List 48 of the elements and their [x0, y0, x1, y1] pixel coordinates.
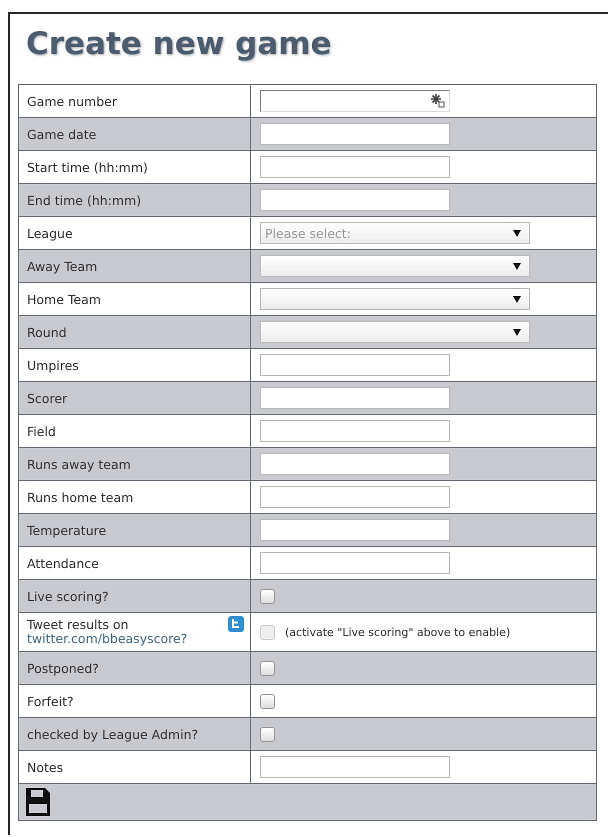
field-label: checked by League Admin? — [27, 726, 198, 742]
field-label: Forfeit? — [27, 694, 74, 708]
input-field[interactable] — [260, 387, 450, 409]
field-label: Runs away team — [27, 456, 131, 472]
field-label: Umpires — [27, 358, 79, 372]
checkbox[interactable] — [260, 588, 275, 604]
input-field[interactable] — [260, 519, 450, 541]
input-field[interactable] — [260, 552, 450, 574]
field-label: Game number — [27, 94, 117, 108]
input-field[interactable] — [260, 123, 450, 145]
field-label: League — [27, 226, 73, 240]
caret-icon — [513, 328, 521, 336]
page-title: Create new game — [26, 26, 332, 62]
checkbox[interactable] — [260, 726, 275, 742]
input-field[interactable] — [260, 420, 450, 442]
field-label: Attendance — [27, 556, 99, 570]
input-field[interactable] — [260, 453, 450, 475]
field-label: Tweet results on — [27, 618, 130, 632]
field-label: Notes — [27, 760, 64, 774]
caret-icon — [513, 296, 521, 302]
input-field[interactable] — [260, 486, 450, 508]
caret-icon — [513, 262, 521, 270]
field-label: Round — [27, 324, 67, 340]
field-label: Postponed? — [27, 660, 99, 676]
dropdown[interactable] — [260, 321, 530, 343]
field-label: Away Team — [27, 258, 98, 274]
checkbox[interactable] — [260, 694, 275, 708]
checkbox[interactable] — [260, 660, 275, 676]
field-label: Scorer — [27, 390, 68, 406]
dropdown[interactable] — [260, 255, 530, 277]
caret-icon — [513, 230, 521, 236]
input-field[interactable] — [260, 156, 450, 178]
field-label: Game date — [27, 126, 96, 142]
input-field[interactable] — [260, 90, 450, 112]
bird-icon — [228, 616, 244, 632]
dropdown[interactable] — [260, 288, 530, 310]
input-field[interactable] — [260, 354, 450, 376]
hint-text: (activate "Live scoring" above to enable) — [285, 626, 510, 638]
field-label: End time (hh:mm) — [27, 192, 142, 208]
field-label: Home Team — [27, 292, 101, 306]
field-label: Start time (hh:mm) — [27, 160, 148, 174]
input-field[interactable] — [260, 756, 450, 778]
field-label: Temperature — [27, 522, 106, 538]
save-icon[interactable] — [26, 788, 50, 816]
field-label: Field — [27, 424, 56, 438]
input-field[interactable] — [260, 189, 450, 211]
field-label: Runs home team — [27, 490, 134, 504]
field-label: Live scoring? — [27, 588, 109, 604]
